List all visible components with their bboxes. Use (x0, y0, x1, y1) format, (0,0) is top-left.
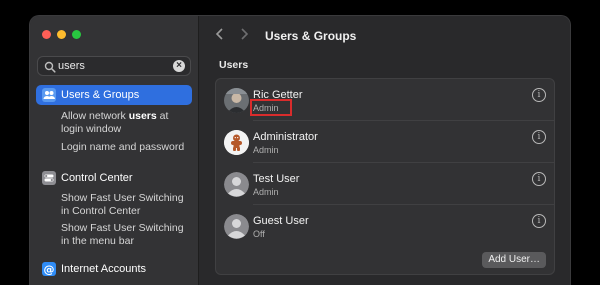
user-row-guest-user[interactable]: Guest User Off i (216, 205, 554, 246)
svg-text:@: @ (44, 263, 55, 276)
gingerbread-avatar (224, 130, 249, 155)
control-center-icon (42, 171, 56, 185)
info-icon[interactable]: i (532, 130, 546, 144)
navigation-buttons (215, 27, 249, 41)
sidebar-item-internet-accounts[interactable]: @ Internet Accounts (36, 259, 192, 279)
subitem-text: Show Fast User Switching in Control Cent… (61, 192, 184, 217)
generic-avatar (224, 172, 249, 197)
add-user-button[interactable]: Add User… (482, 252, 546, 268)
subitem-match: users (128, 110, 157, 122)
subitem-text: Login name and password (61, 141, 185, 153)
users-section-label: Users (219, 59, 249, 71)
sidebar-item-control-center[interactable]: Control Center (36, 168, 192, 188)
sidebar-item-label: Internet Accounts (61, 263, 146, 275)
sidebar: × Users & Groups Allow network users at … (30, 16, 199, 285)
user-name: Administrator (253, 131, 318, 143)
sidebar-subitem-login-name-password[interactable]: Login name and password (61, 141, 191, 154)
info-icon[interactable]: i (532, 88, 546, 102)
back-chevron-icon[interactable] (215, 27, 225, 41)
user-name: Test User (253, 173, 300, 185)
subitem-text: Show Fast User Switching in the menu bar (61, 222, 184, 247)
user-row-test-user[interactable]: Test User Admin i (216, 163, 554, 204)
zoom-button[interactable] (72, 30, 81, 39)
generic-avatar (224, 214, 249, 239)
sidebar-subitem-fast-switching-menu-bar[interactable]: Show Fast User Switching in the menu bar (61, 222, 191, 248)
user-row-ric-getter[interactable]: Ric Getter Admin i (216, 79, 554, 120)
photo-avatar (224, 88, 249, 113)
window-controls (42, 30, 81, 39)
system-settings-window: × Users & Groups Allow network users at … (29, 15, 571, 285)
users-list-panel: Ric Getter Admin i Administrator Admin i… (215, 78, 555, 275)
sidebar-subitem-allow-network-users[interactable]: Allow network users at login window (61, 110, 191, 136)
search-field[interactable]: × (37, 56, 191, 76)
users-groups-icon (42, 88, 56, 102)
search-icon (44, 61, 56, 73)
info-icon[interactable]: i (532, 172, 546, 186)
sidebar-subitem-fast-switching-control-center[interactable]: Show Fast User Switching in Control Cent… (61, 192, 191, 218)
sidebar-item-label: Control Center (61, 172, 133, 184)
page-title: Users & Groups (265, 29, 357, 43)
forward-chevron-icon[interactable] (239, 27, 249, 41)
user-role: Admin (253, 187, 279, 197)
close-button[interactable] (42, 30, 51, 39)
user-row-administrator[interactable]: Administrator Admin i (216, 121, 554, 162)
at-sign-icon: @ (42, 262, 56, 276)
user-role: Off (253, 229, 265, 239)
minimize-button[interactable] (57, 30, 66, 39)
sidebar-item-users-groups[interactable]: Users & Groups (36, 85, 192, 105)
info-icon[interactable]: i (532, 214, 546, 228)
clear-search-icon[interactable]: × (173, 60, 185, 72)
subitem-text: Allow network (61, 110, 129, 122)
annotation-highlight-box (250, 99, 292, 116)
user-name: Guest User (253, 215, 309, 227)
main-content: Users & Groups Users Ric Getter Admin i (199, 16, 570, 285)
search-input[interactable] (58, 58, 168, 74)
user-role: Admin (253, 145, 279, 155)
sidebar-item-label: Users & Groups (61, 89, 140, 101)
